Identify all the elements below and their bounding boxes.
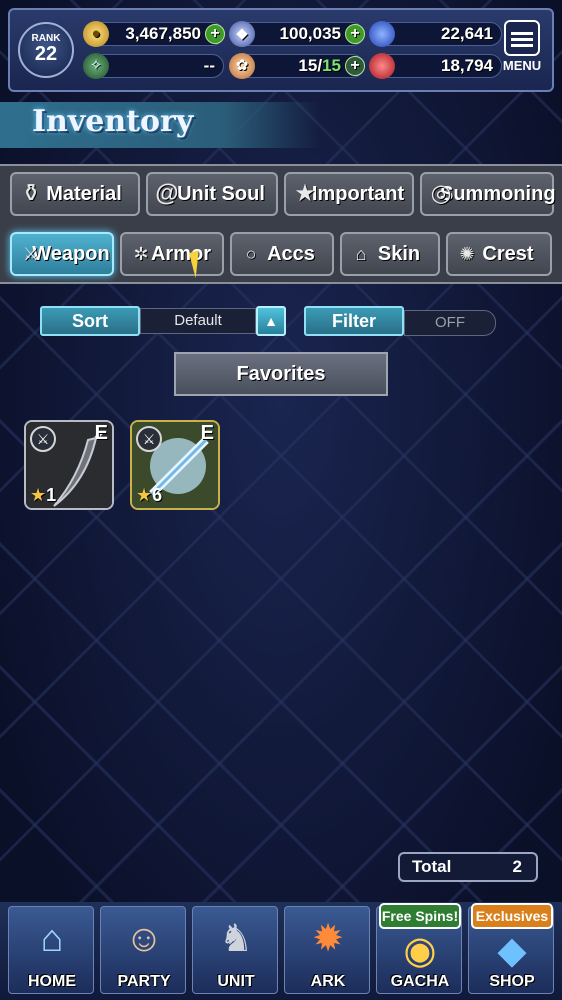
nav-gacha[interactable]: Free Spins! ◉ GACHA (376, 903, 462, 994)
menu-button[interactable]: MENU (498, 20, 546, 84)
menu-label: MENU (502, 58, 542, 73)
tab-accs[interactable]: ○ Accs (230, 232, 334, 276)
crystal-currency: ◆ 100,035 + (229, 21, 365, 47)
blue-orb-icon (369, 21, 395, 47)
tab-accs-label: Accs (267, 243, 315, 265)
star-icon: ★ (294, 180, 316, 207)
red-gem-currency: 18,794 (369, 53, 502, 79)
hanger-icon: ⌂ (355, 244, 367, 264)
page-title: Inventory (32, 104, 194, 139)
unit-icon: ♞ (218, 918, 254, 960)
green-resource-value: -- (203, 56, 215, 75)
tabs-panel: ⚱ Material @ Unit Soul ★ Important ◎ Sum… (0, 164, 562, 284)
rank-badge[interactable]: RANK 22 (18, 22, 74, 78)
item-stars: ★6 (136, 485, 163, 505)
filter-toggle[interactable]: OFF (404, 310, 496, 336)
item-grade: E (94, 422, 108, 444)
gold-currency: ● 3,467,850 + (83, 21, 225, 47)
inventory-item[interactable]: ⚔ E ★6 (130, 420, 220, 510)
nav-unit[interactable]: ♞ UNIT (192, 906, 278, 994)
tab-material-label: Material (46, 183, 122, 205)
stamina-currency: ✿ 15/15 + (229, 53, 365, 79)
gold-coin-icon: ● (83, 21, 109, 47)
nav-party[interactable]: ☺ PARTY (100, 906, 186, 994)
add-stamina-button[interactable]: + (345, 56, 365, 76)
sword-icon: ⚔ (136, 426, 162, 452)
sword-icon: ⚔ (30, 426, 56, 452)
sort-button[interactable]: Sort (40, 306, 140, 336)
ring-icon: ○ (245, 244, 257, 264)
tab-skin-label: Skin (377, 243, 421, 265)
tab-summoning-label: Summoning (440, 183, 556, 205)
status-bar: RANK 22 ● 3,467,850 + ◆ 100,035 + 22,641… (8, 8, 554, 92)
compass-icon: ✧ (83, 53, 109, 79)
green-resource: ✧ -- (83, 53, 224, 79)
item-grade: E (200, 422, 214, 444)
sort-label: Sort (72, 311, 108, 331)
filter-button[interactable]: Filter (304, 306, 404, 336)
total-count: Total 2 (398, 852, 538, 882)
tab-unit-soul[interactable]: @ Unit Soul (146, 172, 278, 216)
blue-orb-value: 22,641 (441, 24, 493, 43)
gacha-icon: ◉ (403, 930, 437, 972)
add-gold-button[interactable]: + (205, 24, 225, 44)
crystal-icon: ◆ (229, 21, 255, 47)
tab-skin[interactable]: ⌂ Skin (340, 232, 440, 276)
soul-icon: @ (155, 180, 179, 207)
filter-label: Filter (331, 311, 376, 331)
inventory-item[interactable]: ⚔ E ★1 (24, 420, 114, 510)
stamina-value: 15 (298, 56, 318, 75)
tab-important[interactable]: ★ Important (284, 172, 414, 216)
tab-weapon[interactable]: ⚔ Weapon (10, 232, 114, 276)
bottom-nav: ⌂ HOME ☺ PARTY ♞ UNIT ✹ ARK Free Spins! … (0, 902, 562, 1000)
tab-crest[interactable]: ✺ Crest (446, 232, 552, 276)
total-value: 2 (512, 857, 522, 876)
home-icon: ⌂ (40, 918, 64, 960)
crest-icon: ✺ (459, 244, 475, 264)
party-icon: ☺ (124, 918, 164, 960)
item-stars: ★1 (30, 485, 57, 505)
add-crystal-button[interactable]: + (345, 24, 365, 44)
shop-icon: ◆ (497, 930, 527, 972)
triangle-up-icon: ▲ (264, 313, 278, 329)
nav-shop-label: SHOP (489, 973, 535, 990)
nav-party-label: PARTY (117, 973, 171, 990)
sword-icon: ⚔ (22, 244, 40, 264)
gold-value: 3,467,850 (125, 24, 201, 43)
nav-gacha-label: GACHA (390, 973, 450, 990)
bag-icon: ⚱ (20, 180, 42, 207)
tab-important-label: Important (311, 183, 405, 205)
red-gem-value: 18,794 (441, 56, 493, 75)
armor-icon: ✲ (133, 244, 149, 264)
red-gem-icon (369, 53, 395, 79)
menu-icon (504, 20, 540, 56)
stamina-max: 15 (322, 56, 341, 75)
tab-summoning[interactable]: ◎ Summoning (420, 172, 556, 216)
nav-ark-label: ARK (310, 973, 346, 990)
blue-orb-currency: 22,641 (369, 21, 502, 47)
nav-unit-label: UNIT (217, 973, 255, 990)
favorites-button[interactable]: Favorites (174, 352, 388, 396)
tab-crest-label: Crest (482, 243, 534, 265)
nav-ark[interactable]: ✹ ARK (284, 906, 370, 994)
nav-shop[interactable]: Exclusives ◆ SHOP (468, 903, 554, 994)
stamina-icon: ✿ (229, 53, 255, 79)
summon-icon: ◎ (430, 180, 452, 207)
tab-material[interactable]: ⚱ Material (10, 172, 140, 216)
tab-unit-soul-label: Unit Soul (177, 183, 265, 205)
total-label: Total (412, 857, 452, 876)
nav-home-label: HOME (28, 973, 76, 990)
ark-icon: ✹ (312, 918, 344, 960)
sort-order-button[interactable]: ▲ (256, 306, 286, 336)
sort-value[interactable]: Default (140, 308, 256, 334)
rank-value: 22 (34, 43, 58, 65)
nav-home[interactable]: ⌂ HOME (8, 906, 94, 994)
crystal-value: 100,035 (279, 24, 341, 43)
